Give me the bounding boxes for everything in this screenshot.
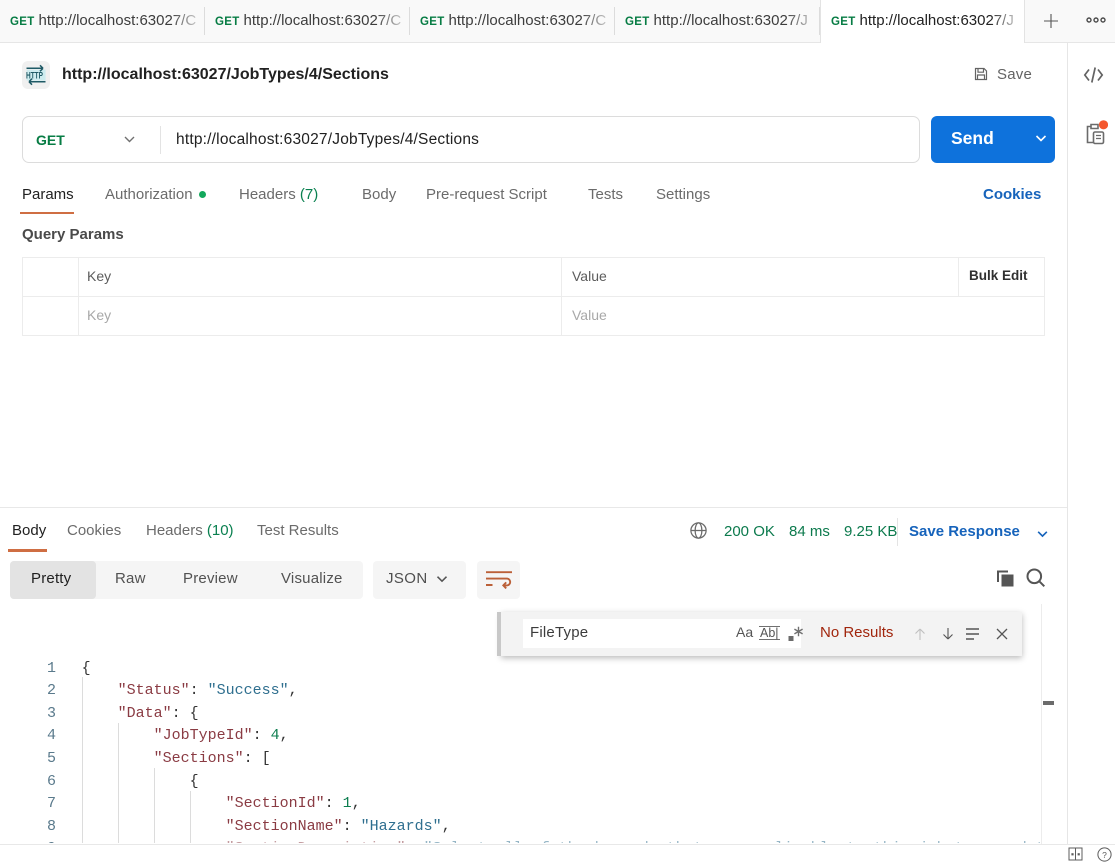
svg-text:?: ? xyxy=(1102,849,1107,859)
svg-text:HTTP: HTTP xyxy=(26,71,43,82)
